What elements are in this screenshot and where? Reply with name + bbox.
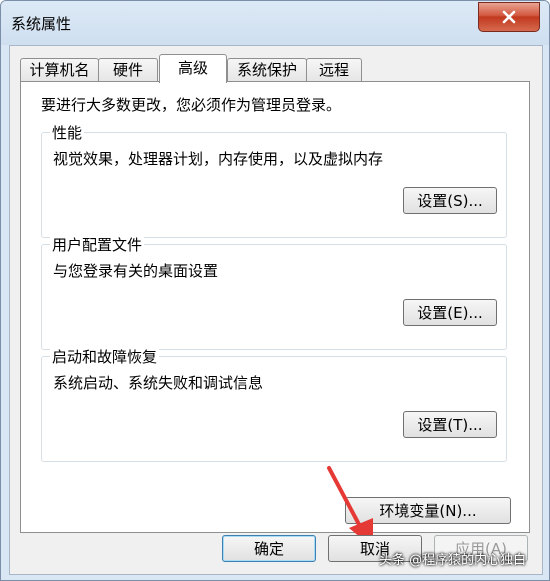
tab-advanced[interactable]: 高级 — [159, 54, 227, 83]
advanced-tab-panel: 要进行大多数更改，您必须作为管理员登录。 性能 视觉效果，处理器计划，内存使用，… — [20, 81, 530, 548]
tab-remote[interactable]: 远程 — [306, 58, 362, 82]
startup-recovery-group: 启动和故障恢复 系统启动、系统失败和调试信息 设置(T)... — [41, 346, 507, 462]
ok-button[interactable]: 确定 — [222, 535, 316, 562]
close-button[interactable] — [478, 2, 540, 32]
tab-system-protection[interactable]: 系统保护 — [227, 58, 307, 82]
tab-computer-name[interactable]: 计算机名 — [20, 58, 99, 82]
admin-notice: 要进行大多数更改，您必须作为管理员登录。 — [41, 96, 342, 114]
close-icon — [502, 10, 516, 24]
user-profiles-title: 用户配置文件 — [50, 234, 145, 255]
performance-group: 性能 视觉效果，处理器计划，内存使用，以及虚拟内存 设置(S)... — [41, 122, 507, 238]
performance-description: 视觉效果，处理器计划，内存使用，以及虚拟内存 — [53, 150, 384, 168]
tab-hardware[interactable]: 硬件 — [98, 58, 158, 82]
user-profiles-group: 用户配置文件 与您登录有关的桌面设置 设置(E)... — [41, 234, 507, 350]
startup-recovery-description: 系统启动、系统失败和调试信息 — [53, 374, 264, 392]
startup-recovery-settings-button[interactable]: 设置(T)... — [403, 411, 497, 438]
window-title: 系统属性 — [11, 15, 72, 33]
user-profiles-description: 与您登录有关的桌面设置 — [53, 262, 219, 280]
user-profiles-settings-button[interactable]: 设置(E)... — [403, 299, 497, 326]
system-properties-window: 系统属性 计算机名 硬件 高级 系统保护 远程 要进行大多数更改，您必须作为管理… — [0, 0, 550, 581]
performance-title: 性能 — [50, 122, 85, 143]
startup-recovery-title: 启动和故障恢复 — [50, 346, 160, 367]
watermark: 头条 @程序猿的内心独白 — [379, 553, 527, 568]
performance-settings-button[interactable]: 设置(S)... — [403, 187, 497, 214]
title-bar[interactable]: 系统属性 — [1, 1, 549, 45]
dialog-client-area: 计算机名 硬件 高级 系统保护 远程 要进行大多数更改，您必须作为管理员登录。 … — [9, 45, 543, 575]
